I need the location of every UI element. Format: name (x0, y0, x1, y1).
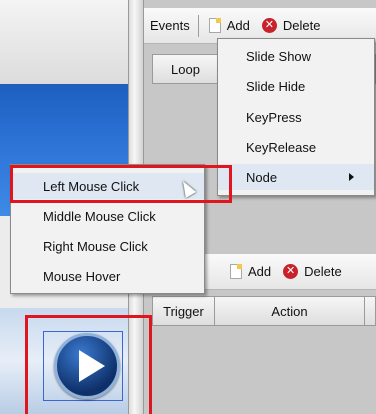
delete-action-button[interactable]: ✕ Delete (277, 264, 348, 279)
delete-event-label: Delete (282, 18, 321, 33)
menu-item-middle-mouse-click[interactable]: Middle Mouse Click (11, 203, 204, 229)
add-action-label: Add (248, 264, 272, 279)
menu-item-mouse-hover[interactable]: Mouse Hover (11, 263, 204, 289)
column-header-trigger[interactable]: Trigger (153, 297, 215, 325)
new-document-icon (230, 264, 242, 279)
add-action-button[interactable]: Add (224, 264, 277, 279)
events-label: Events (150, 18, 190, 33)
new-document-icon (208, 18, 221, 33)
menu-item-label: KeyPress (246, 109, 302, 125)
events-context-menu: Slide Show Slide Hide KeyPress KeyReleas… (217, 38, 375, 196)
menu-item-label: KeyRelease (246, 139, 317, 155)
menu-item-label: Middle Mouse Click (43, 208, 156, 224)
canvas-top (0, 0, 128, 84)
actions-grid-header: Trigger Action (152, 296, 376, 326)
add-event-button[interactable]: Add (203, 18, 256, 33)
menu-item-slide-show[interactable]: Slide Show (218, 43, 374, 69)
delete-x-icon: ✕ (261, 18, 277, 33)
highlight-play-icon (25, 315, 152, 414)
delete-x-icon: ✕ (283, 264, 299, 279)
delete-action-label: Delete (304, 264, 342, 279)
menu-item-node[interactable]: Node (218, 164, 374, 190)
highlight-left-mouse-click (10, 165, 232, 203)
column-header-loop[interactable]: Loop (153, 55, 219, 83)
menu-item-keypress[interactable]: KeyPress (218, 104, 374, 130)
menu-item-keyrelease[interactable]: KeyRelease (218, 134, 374, 160)
menu-item-label: Mouse Hover (43, 268, 121, 284)
submenu-arrow-icon (349, 173, 354, 181)
menu-item-label: Node (246, 169, 278, 185)
add-event-label: Add (226, 18, 250, 33)
menu-item-label: Right Mouse Click (43, 238, 148, 254)
toolbar-separator (197, 14, 199, 37)
menu-item-label: Slide Show (246, 48, 312, 64)
menu-item-slide-hide[interactable]: Slide Hide (218, 73, 374, 99)
column-header-action[interactable]: Action (215, 297, 365, 325)
menu-item-label: Slide Hide (246, 78, 306, 94)
delete-event-button[interactable]: ✕ Delete (256, 18, 327, 33)
menu-item-right-mouse-click[interactable]: Right Mouse Click (11, 233, 204, 259)
